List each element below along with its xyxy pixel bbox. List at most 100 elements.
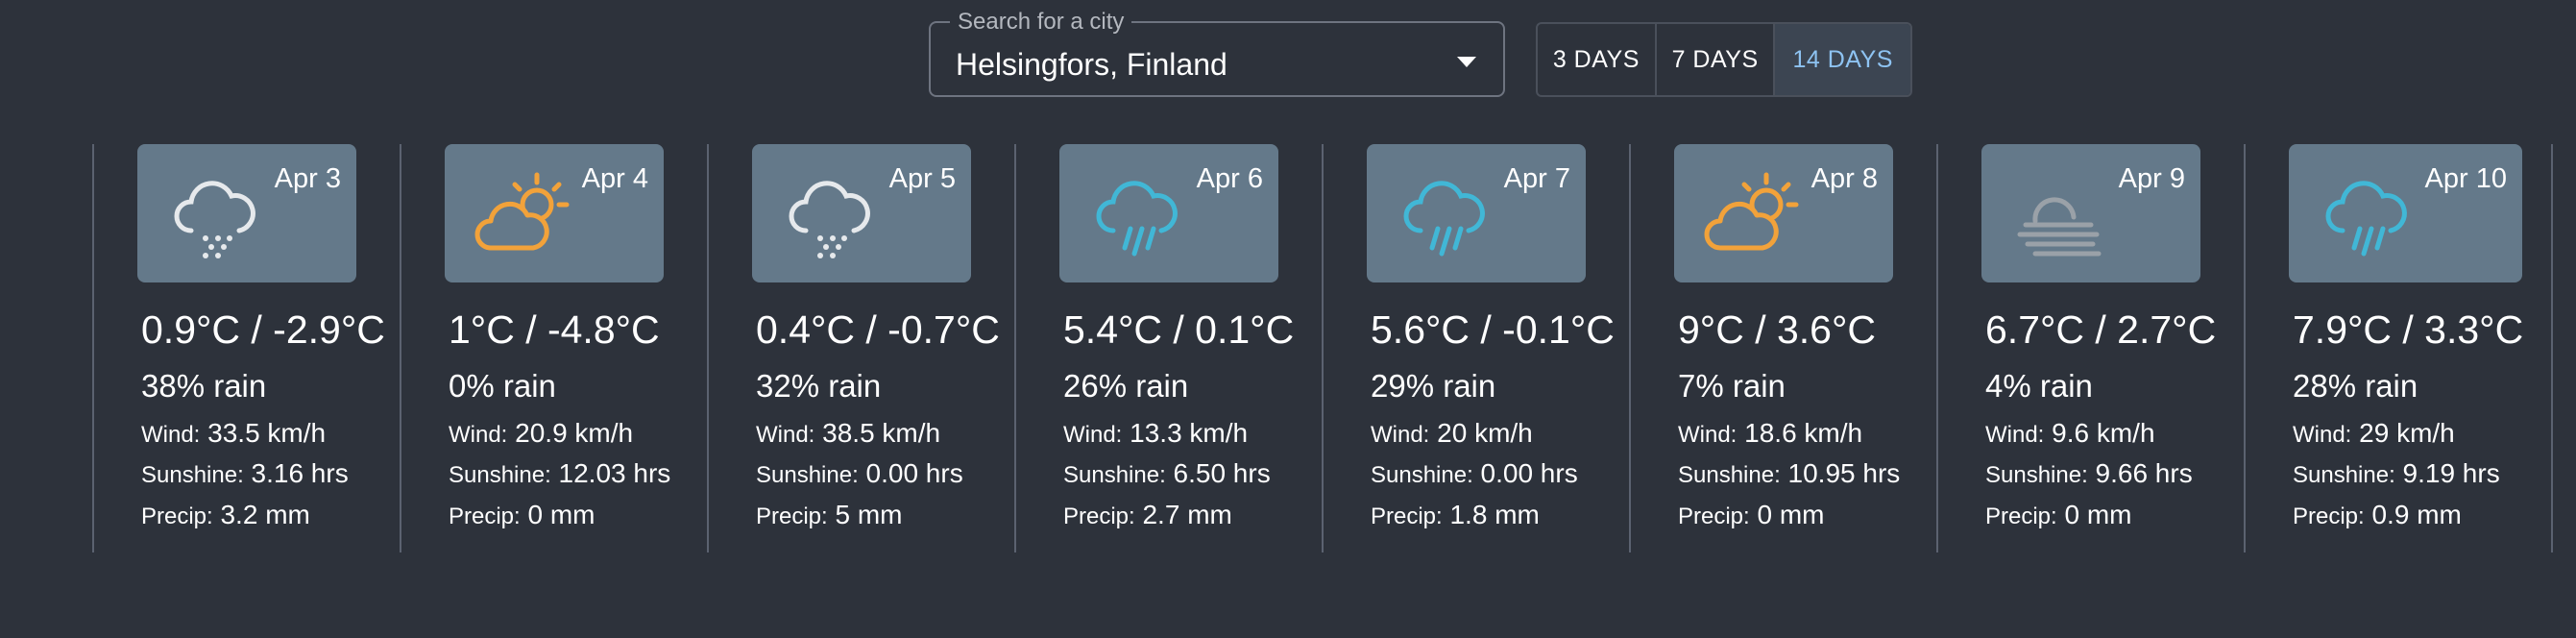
sunshine-label: Sunshine: — [449, 462, 551, 488]
precip-label: Precip: — [1985, 503, 2057, 529]
wind-value: 33.5 km/h — [207, 418, 327, 448]
wind-value: 20 km/h — [1437, 418, 1533, 448]
forecast-strip: Apr 3 0.9°C / -2.9°C 38% rain Wind: 33.5… — [92, 144, 2576, 552]
rain-chance: 26% rain — [1063, 368, 1189, 404]
sunshine-row: Sunshine: 0.00 hrs — [756, 458, 963, 489]
day-card[interactable]: Apr 9 6.7°C / 2.7°C 4% rain Wind: 9.6 km… — [1936, 144, 2244, 552]
day-date: Apr 8 — [1810, 163, 1878, 194]
sunshine-row: Sunshine: 6.50 hrs — [1063, 458, 1271, 489]
search-input[interactable]: Helsingfors, Finland — [956, 46, 1227, 83]
day-icon-tile: Apr 7 — [1367, 144, 1586, 282]
precip-row: Precip: 1.8 mm — [1371, 500, 1540, 530]
wind-row: Wind: 38.5 km/h — [756, 418, 940, 449]
range-7-days-button[interactable]: 7 DAYS — [1657, 24, 1776, 95]
day-icon-tile: Apr 4 — [445, 144, 664, 282]
precip-value: 0 mm — [527, 500, 595, 529]
precip-row: Precip: 2.7 mm — [1063, 500, 1232, 530]
sunshine-row: Sunshine: 10.95 hrs — [1678, 458, 1900, 489]
partly-cloudy-sun-icon — [1704, 172, 1799, 251]
rain-chance: 32% rain — [756, 368, 882, 404]
wind-value: 20.9 km/h — [515, 418, 634, 448]
sunshine-row: Sunshine: 3.16 hrs — [141, 458, 349, 489]
wind-label: Wind: — [1985, 422, 2045, 448]
day-date: Apr 6 — [1196, 163, 1263, 194]
precip-label: Precip: — [449, 503, 521, 529]
temperature-range: 6.7°C / 2.7°C — [1985, 307, 2217, 352]
sunshine-value: 0.00 hrs — [1480, 458, 1578, 488]
day-card[interactable]: Apr 5 0.4°C / -0.7°C 32% rain Wind: 38.5… — [707, 144, 1014, 552]
day-date: Apr 10 — [2424, 163, 2507, 194]
sunshine-label: Sunshine: — [2293, 462, 2395, 488]
temperature-range: 5.4°C / 0.1°C — [1063, 307, 1295, 352]
precip-label: Precip: — [2293, 503, 2365, 529]
forecast-range-toggle: 3 DAYS 7 DAYS 14 DAYS — [1536, 22, 1912, 97]
sunshine-label: Sunshine: — [1063, 462, 1166, 488]
sunshine-value: 9.19 hrs — [2402, 458, 2500, 488]
wind-value: 13.3 km/h — [1130, 418, 1249, 448]
precip-value: 0.9 mm — [2371, 500, 2462, 529]
rain-chance: 28% rain — [2293, 368, 2418, 404]
wind-row: Wind: 20.9 km/h — [449, 418, 633, 449]
card-divider — [2551, 144, 2553, 552]
weather-app: Search for a city Helsingfors, Finland 3… — [0, 0, 2576, 638]
search-label: Search for a city — [950, 9, 1132, 36]
precip-value: 0 mm — [2064, 500, 2132, 529]
day-icon-tile: Apr 9 — [1981, 144, 2200, 282]
wind-row: Wind: 9.6 km/h — [1985, 418, 2155, 449]
sunshine-value: 10.95 hrs — [1787, 458, 1901, 488]
sunshine-label: Sunshine: — [1985, 462, 2088, 488]
sunshine-value: 6.50 hrs — [1173, 458, 1271, 488]
wind-label: Wind: — [1678, 422, 1738, 448]
wind-label: Wind: — [2293, 422, 2352, 448]
precip-row: Precip: 0 mm — [1678, 500, 1824, 530]
rain-cloud-icon — [2325, 181, 2407, 257]
precip-value: 5 mm — [835, 500, 903, 529]
wind-row: Wind: 20 km/h — [1371, 418, 1533, 449]
day-card[interactable]: Apr 3 0.9°C / -2.9°C 38% rain Wind: 33.5… — [92, 144, 400, 552]
range-14-days-button[interactable]: 14 DAYS — [1775, 24, 1910, 95]
wind-row: Wind: 13.3 km/h — [1063, 418, 1248, 449]
wind-row: Wind: 33.5 km/h — [141, 418, 326, 449]
temperature-range: 7.9°C / 3.3°C — [2293, 307, 2524, 352]
day-icon-tile: Apr 5 — [752, 144, 971, 282]
temperature-range: 9°C / 3.6°C — [1678, 307, 1876, 352]
wind-value: 9.6 km/h — [2052, 418, 2155, 448]
range-3-days-button[interactable]: 3 DAYS — [1538, 24, 1657, 95]
precip-value: 1.8 mm — [1449, 500, 1540, 529]
sunshine-label: Sunshine: — [141, 462, 244, 488]
sunshine-label: Sunshine: — [1678, 462, 1781, 488]
day-card[interactable]: Apr 7 5.6°C / -0.1°C 29% rain Wind: 20 k… — [1322, 144, 1629, 552]
wind-row: Wind: 29 km/h — [2293, 418, 2455, 449]
day-card[interactable]: Apr 8 9°C / 3.6°C 7% rain Wind: 18.6 km/… — [1629, 144, 1936, 552]
day-date: Apr 5 — [888, 163, 956, 194]
sunshine-row: Sunshine: 9.66 hrs — [1985, 458, 2193, 489]
sunshine-row: Sunshine: 0.00 hrs — [1371, 458, 1578, 489]
sunshine-value: 0.00 hrs — [865, 458, 963, 488]
chevron-down-icon[interactable] — [1457, 57, 1476, 67]
snow-cloud-icon — [789, 181, 870, 258]
wind-value: 18.6 km/h — [1744, 418, 1863, 448]
rain-cloud-icon — [1403, 181, 1485, 257]
precip-value: 0 mm — [1757, 500, 1825, 529]
temperature-range: 0.9°C / -2.9°C — [141, 307, 385, 352]
wind-row: Wind: 18.6 km/h — [1678, 418, 1862, 449]
rain-chance: 4% rain — [1985, 368, 2093, 404]
wind-label: Wind: — [1371, 422, 1430, 448]
day-icon-tile: Apr 3 — [137, 144, 356, 282]
city-search-field[interactable]: Search for a city Helsingfors, Finland — [929, 9, 1505, 97]
rain-chance: 38% rain — [141, 368, 267, 404]
wind-value: 38.5 km/h — [822, 418, 941, 448]
precip-row: Precip: 0 mm — [449, 500, 595, 530]
rain-chance: 29% rain — [1371, 368, 1496, 404]
day-icon-tile: Apr 10 — [2289, 144, 2522, 282]
precip-label: Precip: — [1063, 503, 1135, 529]
precip-row: Precip: 0 mm — [1985, 500, 2131, 530]
day-card[interactable]: Apr 6 5.4°C / 0.1°C 26% rain Wind: 13.3 … — [1014, 144, 1322, 552]
day-card[interactable]: Apr 10 7.9°C / 3.3°C 28% rain Wind: 29 k… — [2244, 144, 2551, 552]
wind-label: Wind: — [449, 422, 508, 448]
day-card[interactable]: Apr 4 1°C / -4.8°C 0% rain Wind: 20.9 km… — [400, 144, 707, 552]
partly-cloudy-sun-icon — [474, 172, 570, 251]
sunshine-value: 3.16 hrs — [251, 458, 349, 488]
wind-label: Wind: — [756, 422, 815, 448]
wind-label: Wind: — [1063, 422, 1123, 448]
